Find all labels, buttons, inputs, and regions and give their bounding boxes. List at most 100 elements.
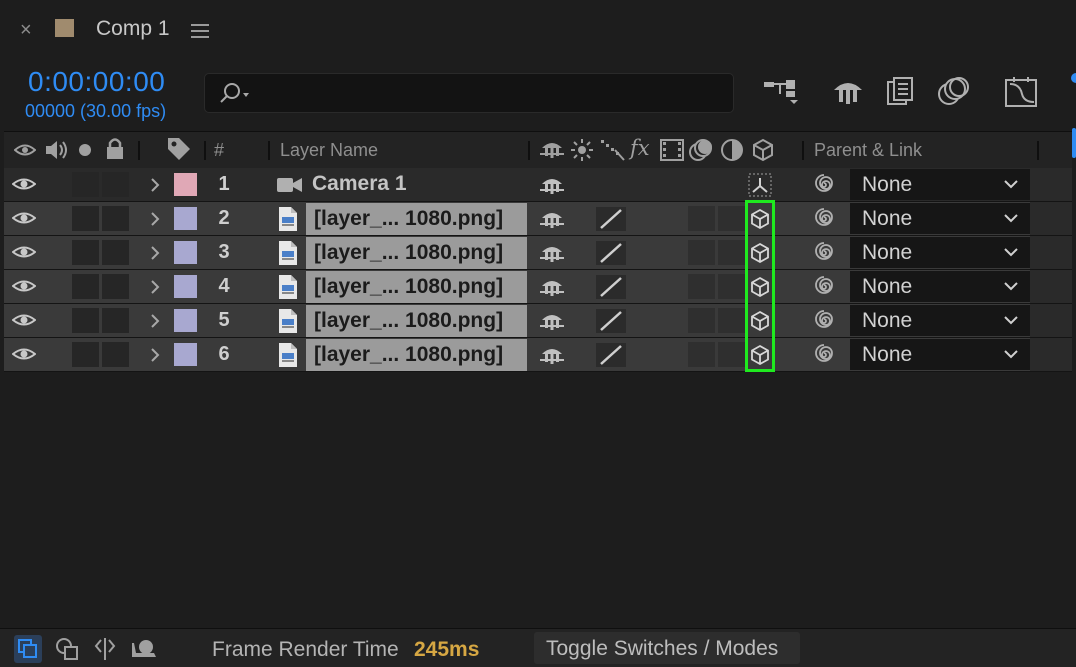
quality-switch-icon[interactable] (596, 241, 626, 265)
current-time-display[interactable]: 0:00:00:00 (28, 66, 165, 98)
transfer-controls-toggle-icon[interactable] (55, 637, 79, 661)
layer-row-4[interactable]: 4 [layer_... 1080.png] None (4, 270, 1072, 304)
visibility-eye-icon[interactable] (12, 243, 36, 261)
lock-switch[interactable] (102, 206, 129, 231)
motion-blur-switch[interactable] (688, 240, 715, 265)
expand-chevron-icon[interactable] (150, 313, 160, 329)
quality-switch-icon[interactable] (596, 309, 626, 333)
visibility-eye-icon[interactable] (12, 345, 36, 363)
lock-header-icon[interactable] (105, 137, 125, 161)
layer-label-color[interactable] (174, 309, 197, 332)
close-tab-button[interactable]: × (20, 18, 32, 42)
motion-blur-switch[interactable] (688, 206, 715, 231)
visibility-eye-icon[interactable] (12, 175, 36, 193)
comp-tab-title[interactable]: Comp 1 (96, 17, 170, 41)
graph-editor-icon[interactable] (1004, 76, 1038, 108)
shy-switch-icon[interactable] (540, 208, 564, 230)
parent-dropdown[interactable]: None (850, 237, 1030, 268)
parent-dropdown[interactable]: None (850, 203, 1030, 234)
motion-blur-icon[interactable] (936, 76, 970, 108)
layer-label-color[interactable] (174, 173, 197, 196)
pick-whip-spiral-icon[interactable] (812, 275, 836, 299)
layer-row-3[interactable]: 3 [layer_... 1080.png] None (4, 236, 1072, 270)
lock-switch[interactable] (102, 274, 129, 299)
solo-switch[interactable] (72, 240, 99, 265)
layer-name[interactable]: [layer_... 1080.png] (314, 241, 503, 265)
label-tag-header-icon[interactable] (166, 136, 192, 162)
layer-row-6[interactable]: 6 [layer_... 1080.png] None (4, 338, 1072, 372)
solo-switch[interactable] (72, 274, 99, 299)
adjustment-layer-switch[interactable] (718, 240, 745, 265)
lock-switch[interactable] (102, 172, 129, 197)
expand-chevron-icon[interactable] (150, 347, 160, 363)
expand-chevron-icon[interactable] (150, 279, 160, 295)
solo-switch[interactable] (72, 206, 99, 231)
pick-whip-spiral-icon[interactable] (812, 207, 836, 231)
toggle-switches-modes-button[interactable]: Toggle Switches / Modes (534, 632, 800, 664)
lock-switch[interactable] (102, 308, 129, 333)
parent-dropdown[interactable]: None (850, 169, 1030, 200)
render-time-snail-icon[interactable] (130, 637, 158, 661)
layer-name[interactable]: [layer_... 1080.png] (314, 275, 503, 299)
parent-dropdown[interactable]: None (850, 305, 1030, 336)
shy-switch-icon[interactable] (540, 174, 564, 196)
layer-row-5[interactable]: 5 [layer_... 1080.png] None (4, 304, 1072, 338)
layer-switches-toggle-icon[interactable] (14, 635, 42, 663)
adjustment-layer-switch[interactable] (718, 274, 745, 299)
solo-header-icon[interactable] (78, 143, 92, 157)
layer-label-color[interactable] (174, 343, 197, 366)
pick-whip-spiral-icon[interactable] (812, 309, 836, 333)
layer-name[interactable]: [layer_... 1080.png] (314, 207, 503, 231)
composition-flowchart-icon[interactable] (764, 76, 800, 108)
lock-switch[interactable] (102, 342, 129, 367)
layer-search-field[interactable] (204, 73, 734, 113)
collapse-transform-header-icon[interactable] (570, 138, 594, 162)
shy-switch-icon[interactable] (540, 242, 564, 264)
shy-switch-icon[interactable] (540, 276, 564, 298)
motion-blur-switch[interactable] (688, 274, 715, 299)
pick-whip-spiral-icon[interactable] (812, 173, 836, 197)
layer-name[interactable]: [layer_... 1080.png] (314, 309, 503, 333)
parent-dropdown[interactable]: None (850, 271, 1030, 302)
adjustment-layer-header-icon[interactable] (720, 138, 744, 162)
visibility-eye-icon[interactable] (12, 311, 36, 329)
pick-whip-spiral-icon[interactable] (812, 241, 836, 265)
expand-chevron-icon[interactable] (150, 211, 160, 227)
panel-menu-icon[interactable] (191, 24, 209, 38)
expand-chevron-icon[interactable] (150, 177, 160, 193)
motion-blur-switch[interactable] (688, 308, 715, 333)
layer-label-color[interactable] (174, 207, 197, 230)
visibility-eye-icon[interactable] (12, 277, 36, 295)
adjustment-layer-switch[interactable] (718, 308, 745, 333)
solo-switch[interactable] (72, 308, 99, 333)
motion-blur-switch[interactable] (688, 342, 715, 367)
pick-whip-spiral-icon[interactable] (812, 343, 836, 367)
lock-switch[interactable] (102, 240, 129, 265)
quality-switch-icon[interactable] (596, 207, 626, 231)
shy-header-icon[interactable] (540, 138, 564, 162)
adjustment-layer-switch[interactable] (718, 206, 745, 231)
quality-switch-icon[interactable] (596, 275, 626, 299)
shy-switch-icon[interactable] (540, 344, 564, 366)
3d-layer-header-icon[interactable] (752, 138, 774, 162)
layer-label-color[interactable] (174, 241, 197, 264)
in-out-duration-toggle-icon[interactable] (93, 637, 117, 661)
layer-name[interactable]: Camera 1 (312, 172, 407, 196)
visibility-eye-icon[interactable] (12, 209, 36, 227)
motion-blur-header-icon[interactable] (688, 137, 714, 163)
quality-switch-icon[interactable] (596, 343, 626, 367)
solo-switch[interactable] (72, 172, 99, 197)
layer-name-column-header[interactable]: Layer Name (280, 140, 378, 161)
expand-chevron-icon[interactable] (150, 245, 160, 261)
adjustment-layer-switch[interactable] (718, 342, 745, 367)
audio-header-icon[interactable] (43, 138, 71, 162)
layer-row-2[interactable]: 2 [layer_... 1080.png] None (4, 202, 1072, 236)
frame-blend-header-icon[interactable] (660, 138, 684, 162)
draft-3d-icon[interactable] (832, 76, 864, 108)
camera-3d-axes-icon[interactable] (748, 173, 772, 197)
parent-link-column-header[interactable]: Parent & Link (814, 140, 922, 161)
layer-name[interactable]: [layer_... 1080.png] (314, 343, 503, 367)
shy-switch-icon[interactable] (540, 310, 564, 332)
layer-row-1[interactable]: 1 Camera 1 None (4, 168, 1072, 202)
frame-blending-icon[interactable] (886, 76, 914, 108)
